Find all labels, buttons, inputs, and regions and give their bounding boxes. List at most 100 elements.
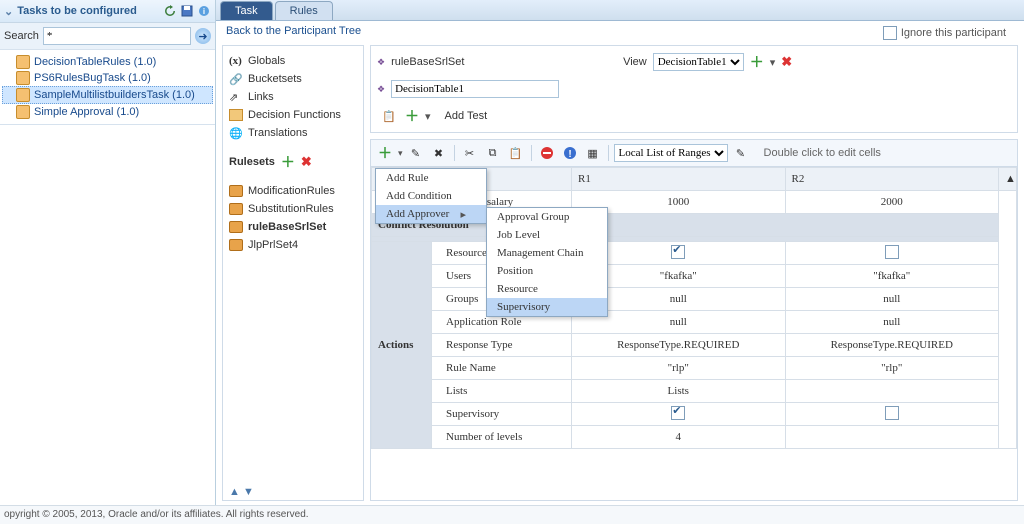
expand-icon[interactable]: ❖ [377,57,385,68]
cut-icon[interactable]: ✂ [460,143,480,163]
left-panel-title: Tasks to be configured [17,5,137,17]
go-icon[interactable]: ➜ [195,28,211,44]
add-test-icon[interactable]: ＋ [405,106,419,126]
ruleset-item[interactable]: SubstitutionRules [229,200,357,218]
collapse-icon[interactable]: ⌄ [4,5,13,18]
checkbox-icon[interactable] [671,245,685,259]
checkbox-icon[interactable] [885,406,899,420]
submenu-item[interactable]: Supervisory [487,298,607,316]
approver-submenu[interactable]: Approval GroupJob LevelManagement ChainP… [486,207,608,317]
ruleset-label: JlpPrlSet4 [248,239,298,251]
rule-col[interactable]: R1 [572,168,786,191]
grid-icon[interactable]: ▦ [583,143,603,163]
ignore-participant-label: Ignore this participant [901,27,1006,39]
nav-label: Globals [248,55,285,67]
view-select[interactable]: DecisionTable1 [653,53,744,71]
inner-left-nav[interactable]: ▲ ▼ [229,486,254,498]
nav-label: Translations [248,127,308,139]
add-icon[interactable]: ＋ [375,143,395,163]
decision-table-name-input[interactable] [391,80,559,98]
action-row-label[interactable]: Number of levels [432,426,572,449]
task-tree-item[interactable]: Simple Approval (1.0) [2,104,213,120]
menu-item[interactable]: Add Condition [376,187,486,205]
action-cell[interactable]: null [785,288,999,311]
dropdown-icon[interactable]: ▾ [398,148,403,159]
delete-view-icon[interactable]: ✖ [781,54,792,70]
add-test-label[interactable]: Add Test [445,110,488,122]
action-cell[interactable]: ResponseType.REQUIRED [785,334,999,357]
task-tree-item[interactable]: DecisionTableRules (1.0) [2,54,213,70]
nav-label: Decision Functions [248,109,341,121]
delete-icon[interactable]: ✖ [429,143,449,163]
edit-icon[interactable]: ✎ [406,143,426,163]
task-tree-item[interactable]: PS6RulesBugTask (1.0) [2,70,213,86]
add-ruleset-icon[interactable]: ＋ [281,152,295,172]
action-cell[interactable]: Lists [572,380,786,403]
ruleset-item[interactable]: ModificationRules [229,182,357,200]
action-cell[interactable] [785,426,999,449]
action-row-label[interactable]: Supervisory [432,403,572,426]
copy-icon[interactable]: ⧉ [483,143,503,163]
submenu-item[interactable]: Job Level [487,226,607,244]
checkbox-icon[interactable] [671,406,685,420]
action-cell[interactable]: null [785,311,999,334]
action-cell[interactable]: ResponseType.REQUIRED [572,334,786,357]
nav-item[interactable]: 🔗Bucketsets [229,70,357,88]
alert-icon[interactable]: ! [560,143,580,163]
task-tree-item[interactable]: SampleMultilistbuildersTask (1.0) [2,86,213,104]
refresh-icon[interactable] [163,4,177,18]
action-cell[interactable] [785,380,999,403]
submenu-item[interactable]: Resource [487,280,607,298]
nav-item[interactable]: 🌐Translations [229,124,357,142]
action-cell[interactable] [785,403,999,426]
range-select[interactable]: Local List of Ranges [614,144,728,162]
action-cell[interactable]: "rlp" [572,357,786,380]
delete-ruleset-icon[interactable]: ✖ [301,154,312,170]
info-icon[interactable]: i [197,4,211,18]
view-label: View [623,56,647,68]
action-cell[interactable]: "rlp" [785,357,999,380]
nav-item[interactable]: (x)Globals [229,52,357,70]
nav-label: Links [248,91,274,103]
rule-col[interactable]: R2 [785,168,999,191]
submenu-item[interactable]: Management Chain [487,244,607,262]
submenu-item[interactable]: Approval Group [487,208,607,226]
dropdown-icon[interactable]: ▾ [770,56,776,69]
action-row-label[interactable]: Lists [432,380,572,403]
ruleset-icon [229,221,243,233]
ignore-participant-checkbox[interactable] [883,26,897,40]
menu-item[interactable]: Add Approver [376,205,486,223]
action-cell[interactable] [785,242,999,265]
add-view-icon[interactable]: ＋ [750,52,764,72]
submenu-item[interactable]: Position [487,262,607,280]
footer-copyright: opyright © 2005, 2013, Oracle and/or its… [0,505,1024,524]
action-cell[interactable]: 4 [572,426,786,449]
dropdown-icon[interactable]: ▾ [425,110,431,123]
link-icon: ⇗ [229,91,243,103]
nav-item[interactable]: ⇗ Links [229,88,357,106]
scroll-up-icon[interactable]: ▲ [999,168,1017,191]
task-label: SampleMultilistbuildersTask (1.0) [34,89,195,101]
checkbox-icon[interactable] [885,245,899,259]
ruleset-icon [229,185,243,197]
expand-icon[interactable]: ❖ [377,84,385,95]
ruleset-item[interactable]: JlpPrlSet4 [229,236,357,254]
search-input[interactable] [43,27,191,45]
cond-cell[interactable]: 2000 [785,191,999,214]
tab-task[interactable]: Task [220,1,273,20]
ruleset-item[interactable]: ruleBaseSrlSet [229,218,357,236]
edit-range-icon[interactable]: ✎ [731,143,751,163]
no-entry-icon[interactable] [537,143,557,163]
action-cell[interactable] [572,403,786,426]
add-menu[interactable]: Add RuleAdd ConditionAdd ApproverApprova… [375,168,487,224]
action-row-label[interactable]: Response Type [432,334,572,357]
action-cell[interactable]: "fkafka" [785,265,999,288]
save-icon[interactable] [180,4,194,18]
paste-icon[interactable]: 📋 [379,106,399,126]
menu-item[interactable]: Add Rule [376,169,486,187]
paste-icon[interactable]: 📋 [506,143,526,163]
nav-item[interactable]: Decision Functions [229,106,357,124]
task-label: PS6RulesBugTask (1.0) [34,72,151,84]
tab-rules[interactable]: Rules [275,1,333,20]
action-row-label[interactable]: Rule Name [432,357,572,380]
